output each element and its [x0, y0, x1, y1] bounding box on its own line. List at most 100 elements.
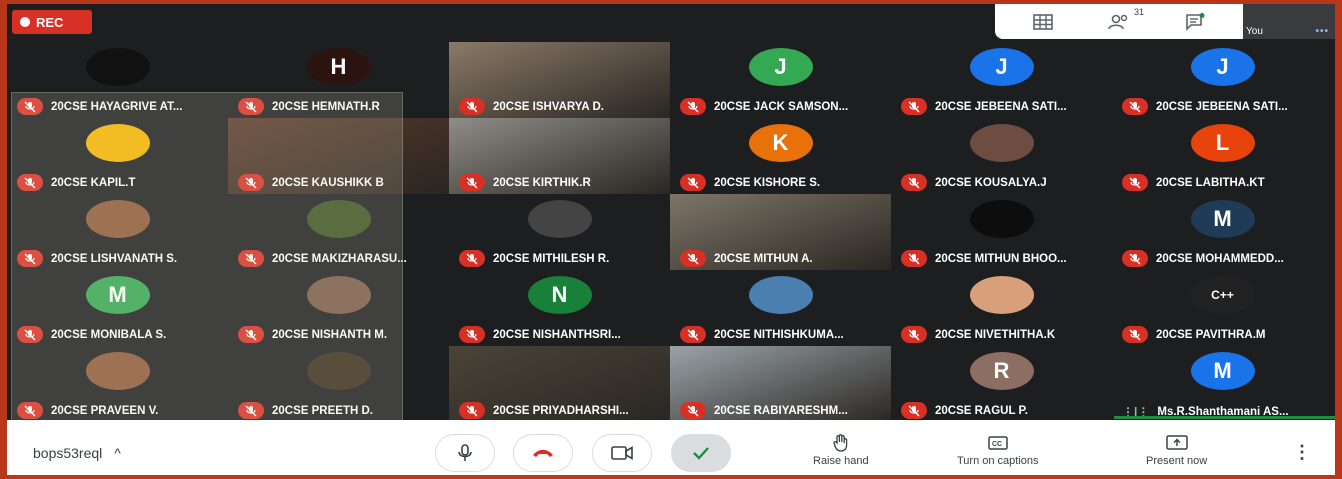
participant-tile[interactable]: 20CSE ISHVARYA D. — [449, 42, 670, 118]
self-view-tile[interactable]: You ••• — [1243, 4, 1335, 39]
participant-name: 20CSE LABITHA.KT — [1156, 176, 1265, 189]
participant-tile[interactable]: M 20CSE MOHAMMEDD... — [1112, 194, 1333, 270]
participant-tile[interactable]: L 20CSE LABITHA.KT — [1112, 118, 1333, 194]
muted-mic-icon — [680, 174, 706, 191]
muted-mic-icon — [459, 326, 485, 343]
participant-name: 20CSE LISHVANATH S. — [51, 252, 178, 265]
leave-call-button[interactable] — [513, 434, 573, 472]
attendance-check-button[interactable] — [671, 434, 731, 472]
participant-namebar: 20CSE MITHUN A. — [680, 250, 813, 267]
participant-avatar: J — [1190, 48, 1255, 86]
meeting-details[interactable]: bops53reql ^ — [33, 445, 121, 461]
participant-avatar — [748, 276, 813, 314]
microphone-button[interactable] — [435, 434, 495, 472]
participant-name: 20CSE MAKIZHARASU... — [272, 252, 407, 265]
chevron-up-icon[interactable]: ^ — [114, 445, 121, 461]
participant-avatar: H — [306, 48, 371, 86]
participant-tile[interactable]: 20CSE KIRTHIK.R — [449, 118, 670, 194]
participant-tile[interactable]: 20CSE NITHISHKUMA... — [670, 270, 891, 346]
record-dot-icon — [20, 17, 30, 27]
camera-icon — [611, 446, 633, 460]
participant-name: 20CSE PAVITHRA.M — [1156, 328, 1266, 341]
muted-mic-icon — [238, 250, 264, 267]
meeting-code: bops53reql — [33, 445, 103, 461]
participant-name: 20CSE PRIYADHARSHI... — [493, 404, 629, 417]
participant-name: 20CSE NISHANTHSRI... — [493, 328, 621, 341]
participant-tile[interactable]: R 20CSE RAGUL P. — [891, 346, 1112, 422]
captions-button[interactable]: CC Turn on captions — [957, 434, 1039, 467]
muted-mic-icon — [1122, 326, 1148, 343]
participant-avatar — [969, 124, 1034, 162]
participant-tile[interactable]: 20CSE KAUSHIKK B — [228, 118, 449, 194]
participant-avatar: M — [85, 276, 150, 314]
participant-tile[interactable]: C++ 20CSE PAVITHRA.M — [1112, 270, 1333, 346]
participant-tile[interactable]: 20CSE NISHANTH M. — [228, 270, 449, 346]
participant-name: 20CSE HAYAGRIVE AT... — [51, 100, 183, 113]
participant-avatar — [306, 352, 371, 390]
participant-avatar — [527, 200, 592, 238]
muted-mic-icon — [238, 326, 264, 343]
participant-name: 20CSE MITHILESH R. — [493, 252, 610, 265]
participant-namebar: 20CSE KAUSHIKK B — [238, 174, 384, 191]
participant-name: 20CSE MITHUN A. — [714, 252, 813, 265]
participant-namebar: 20CSE JACK SAMSON... — [680, 98, 848, 115]
participant-tile[interactable]: 20CSE RABIYARESHM... — [670, 346, 891, 422]
participant-tile[interactable]: 20CSE MITHUN A. — [670, 194, 891, 270]
participant-tile[interactable]: J 20CSE JACK SAMSON... — [670, 42, 891, 118]
participant-tile[interactable]: 20CSE MITHUN BHOO... — [891, 194, 1112, 270]
participant-avatar — [969, 276, 1034, 314]
participant-namebar: 20CSE JEBEENA SATI... — [901, 98, 1067, 115]
participants-button[interactable]: 31 — [1106, 7, 1144, 33]
present-button[interactable]: Present now — [1146, 434, 1207, 467]
self-label: You — [1246, 26, 1263, 37]
participant-name: 20CSE KOUSALYA.J — [935, 176, 1047, 189]
participant-namebar: 20CSE JEBEENA SATI... — [1122, 98, 1288, 115]
participant-tile[interactable]: 20CSE PRIYADHARSHI... — [449, 346, 670, 422]
raise-hand-label: Raise hand — [813, 455, 869, 467]
participant-namebar: 20CSE KIRTHIK.R — [459, 174, 591, 191]
muted-mic-icon — [680, 98, 706, 115]
participant-namebar: 20CSE KISHORE S. — [680, 174, 820, 191]
participant-tile[interactable]: 20CSE PREETH D. — [228, 346, 449, 422]
muted-mic-icon — [1122, 98, 1148, 115]
chat-icon — [1186, 12, 1205, 31]
participant-namebar: 20CSE KOUSALYA.J — [901, 174, 1047, 191]
participant-namebar: 20CSE NIVETHITHA.K — [901, 326, 1055, 343]
participant-tile[interactable]: 20CSE LISHVANATH S. — [7, 194, 228, 270]
participant-tile[interactable]: 20CSE MAKIZHARASU... — [228, 194, 449, 270]
participant-namebar: 20CSE RAGUL P. — [901, 402, 1028, 419]
participant-name: 20CSE MOHAMMEDD... — [1156, 252, 1284, 265]
participant-namebar: 20CSE MONIBALA S. — [17, 326, 166, 343]
participant-tile[interactable]: 20CSE PRAVEEN V. — [7, 346, 228, 422]
muted-mic-icon — [459, 174, 485, 191]
participant-tile[interactable]: M 20CSE MONIBALA S. — [7, 270, 228, 346]
svg-text:CC: CC — [992, 441, 1002, 448]
grid-layout-icon[interactable] — [1030, 11, 1056, 33]
participant-name: 20CSE MONIBALA S. — [51, 328, 167, 341]
participant-tile[interactable]: 20CSE MITHILESH R. — [449, 194, 670, 270]
participant-tile[interactable]: J 20CSE JEBEENA SATI... — [891, 42, 1112, 118]
participant-tile[interactable]: 20CSE NIVETHITHA.K — [891, 270, 1112, 346]
more-options-icon[interactable]: ••• — [1315, 26, 1329, 37]
participant-avatar — [969, 200, 1034, 238]
people-icon — [1108, 14, 1128, 29]
participant-namebar: 20CSE NISHANTHSRI... — [459, 326, 621, 343]
participant-tile[interactable]: 20CSE HAYAGRIVE AT... — [7, 42, 228, 118]
participant-tile[interactable]: J 20CSE JEBEENA SATI... — [1112, 42, 1333, 118]
participant-tile[interactable]: M ⋮|⋮ Ms.R.Shanthamani AS... — [1112, 346, 1333, 422]
raise-hand-button[interactable]: Raise hand — [813, 434, 869, 467]
participant-tile[interactable]: 20CSE KAPIL.T — [7, 118, 228, 194]
participant-tile[interactable]: H 20CSE HEMNATH.R — [228, 42, 449, 118]
participant-tile[interactable]: N 20CSE NISHANTHSRI... — [449, 270, 670, 346]
participant-avatar — [85, 200, 150, 238]
participant-avatar: J — [969, 48, 1034, 86]
camera-button[interactable] — [592, 434, 652, 472]
participant-avatar: J — [748, 48, 813, 86]
participant-name: 20CSE ISHVARYA D. — [493, 100, 604, 113]
more-options-vertical-icon[interactable]: ⋮ — [1293, 442, 1311, 463]
chat-button[interactable] — [1182, 11, 1208, 33]
bottom-control-bar: bops53reql ^ Raise hand CC Turn on capti… — [7, 420, 1335, 475]
participant-tile[interactable]: K 20CSE KISHORE S. — [670, 118, 891, 194]
participant-name: 20CSE KIRTHIK.R — [493, 176, 591, 189]
participant-tile[interactable]: 20CSE KOUSALYA.J — [891, 118, 1112, 194]
